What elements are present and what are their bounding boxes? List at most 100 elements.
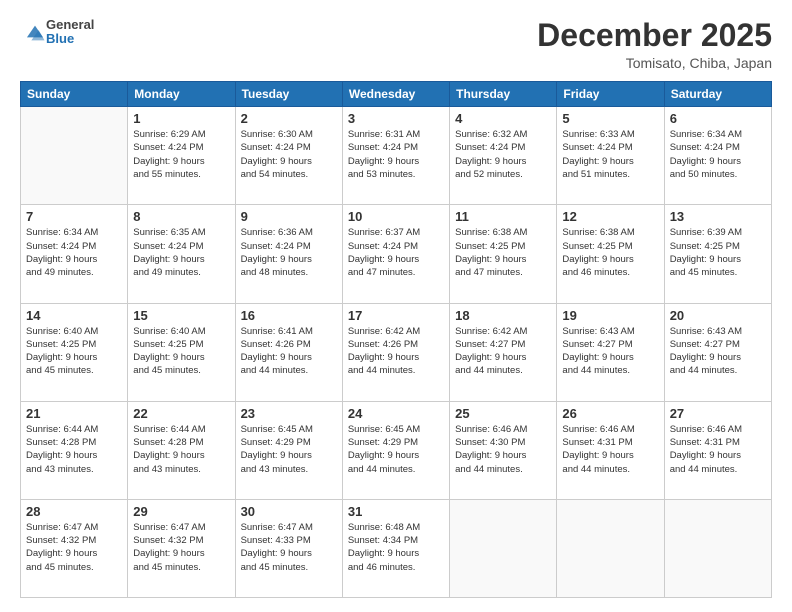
week-row-0: 1 Sunrise: 6:29 AMSunset: 4:24 PMDaylight… bbox=[21, 107, 772, 205]
logo-blue-text: Blue bbox=[46, 32, 94, 46]
day-number: 20 bbox=[670, 308, 766, 323]
day-number: 28 bbox=[26, 504, 122, 519]
day-info: Sunrise: 6:38 AMSunset: 4:25 PMDaylight:… bbox=[562, 226, 658, 279]
day-number: 14 bbox=[26, 308, 122, 323]
logo-general-text: General bbox=[46, 18, 94, 32]
day-info: Sunrise: 6:33 AMSunset: 4:24 PMDaylight:… bbox=[562, 128, 658, 181]
day-info: Sunrise: 6:41 AMSunset: 4:26 PMDaylight:… bbox=[241, 325, 337, 378]
day-info: Sunrise: 6:34 AMSunset: 4:24 PMDaylight:… bbox=[670, 128, 766, 181]
calendar-cell: 4 Sunrise: 6:32 AMSunset: 4:24 PMDaylight… bbox=[450, 107, 557, 205]
day-number: 30 bbox=[241, 504, 337, 519]
day-number: 27 bbox=[670, 406, 766, 421]
day-number: 22 bbox=[133, 406, 229, 421]
weekday-header-friday: Friday bbox=[557, 82, 664, 107]
day-number: 16 bbox=[241, 308, 337, 323]
week-row-2: 14 Sunrise: 6:40 AMSunset: 4:25 PMDayligh… bbox=[21, 303, 772, 401]
day-number: 6 bbox=[670, 111, 766, 126]
day-number: 23 bbox=[241, 406, 337, 421]
calendar-cell: 17Sunrise: 6:42 AMSunset: 4:26 PMDayligh… bbox=[342, 303, 449, 401]
day-info: Sunrise: 6:39 AMSunset: 4:25 PMDaylight:… bbox=[670, 226, 766, 279]
calendar-cell: 24Sunrise: 6:45 AMSunset: 4:29 PMDayligh… bbox=[342, 401, 449, 499]
day-info: Sunrise: 6:43 AMSunset: 4:27 PMDaylight:… bbox=[562, 325, 658, 378]
day-number: 15 bbox=[133, 308, 229, 323]
day-info: Sunrise: 6:36 AMSunset: 4:24 PMDaylight:… bbox=[241, 226, 337, 279]
day-info: Sunrise: 6:42 AMSunset: 4:27 PMDaylight:… bbox=[455, 325, 551, 378]
day-number: 9 bbox=[241, 209, 337, 224]
weekday-header-row: SundayMondayTuesdayWednesdayThursdayFrid… bbox=[21, 82, 772, 107]
day-info: Sunrise: 6:44 AMSunset: 4:28 PMDaylight:… bbox=[26, 423, 122, 476]
day-info: Sunrise: 6:29 AMSunset: 4:24 PMDaylight:… bbox=[133, 128, 229, 181]
calendar-cell: 23 Sunrise: 6:45 AMSunset: 4:29 PMDayligh… bbox=[235, 401, 342, 499]
header: General Blue December 2025 Tomisato, Chi… bbox=[20, 18, 772, 71]
day-info: Sunrise: 6:32 AMSunset: 4:24 PMDaylight:… bbox=[455, 128, 551, 181]
calendar-cell bbox=[21, 107, 128, 205]
calendar-cell bbox=[664, 499, 771, 597]
day-number: 3 bbox=[348, 111, 444, 126]
day-number: 29 bbox=[133, 504, 229, 519]
calendar-cell: 31 Sunrise: 6:48 AMSunset: 4:34 PMDayligh… bbox=[342, 499, 449, 597]
day-info: Sunrise: 6:45 AMSunset: 4:29 PMDaylight:… bbox=[241, 423, 337, 476]
day-info: Sunrise: 6:47 AMSunset: 4:32 PMDaylight:… bbox=[26, 521, 122, 574]
day-number: 7 bbox=[26, 209, 122, 224]
calendar-cell: 13Sunrise: 6:39 AMSunset: 4:25 PMDayligh… bbox=[664, 205, 771, 303]
calendar-cell: 8Sunrise: 6:35 AMSunset: 4:24 PMDaylight… bbox=[128, 205, 235, 303]
day-number: 4 bbox=[455, 111, 551, 126]
calendar-cell: 22 Sunrise: 6:44 AMSunset: 4:28 PMDayligh… bbox=[128, 401, 235, 499]
calendar-cell: 14 Sunrise: 6:40 AMSunset: 4:25 PMDayligh… bbox=[21, 303, 128, 401]
calendar-cell: 19 Sunrise: 6:43 AMSunset: 4:27 PMDayligh… bbox=[557, 303, 664, 401]
weekday-header-sunday: Sunday bbox=[21, 82, 128, 107]
calendar-cell: 5 Sunrise: 6:33 AMSunset: 4:24 PMDaylight… bbox=[557, 107, 664, 205]
calendar-cell: 16 Sunrise: 6:41 AMSunset: 4:26 PMDayligh… bbox=[235, 303, 342, 401]
logo: General Blue bbox=[20, 18, 94, 47]
calendar-cell: 26Sunrise: 6:46 AMSunset: 4:31 PMDayligh… bbox=[557, 401, 664, 499]
day-number: 1 bbox=[133, 111, 229, 126]
calendar-cell: 15Sunrise: 6:40 AMSunset: 4:25 PMDayligh… bbox=[128, 303, 235, 401]
day-number: 24 bbox=[348, 406, 444, 421]
day-info: Sunrise: 6:46 AMSunset: 4:31 PMDaylight:… bbox=[670, 423, 766, 476]
week-row-4: 28 Sunrise: 6:47 AMSunset: 4:32 PMDayligh… bbox=[21, 499, 772, 597]
day-number: 25 bbox=[455, 406, 551, 421]
day-info: Sunrise: 6:46 AMSunset: 4:31 PMDaylight:… bbox=[562, 423, 658, 476]
day-number: 12 bbox=[562, 209, 658, 224]
calendar-cell: 3 Sunrise: 6:31 AMSunset: 4:24 PMDaylight… bbox=[342, 107, 449, 205]
weekday-header-wednesday: Wednesday bbox=[342, 82, 449, 107]
calendar-cell: 11Sunrise: 6:38 AMSunset: 4:25 PMDayligh… bbox=[450, 205, 557, 303]
title-block: December 2025 Tomisato, Chiba, Japan bbox=[537, 18, 772, 71]
month-title: December 2025 bbox=[537, 18, 772, 53]
calendar-cell bbox=[450, 499, 557, 597]
logo-icon bbox=[24, 22, 46, 44]
day-number: 11 bbox=[455, 209, 551, 224]
calendar-cell bbox=[557, 499, 664, 597]
day-info: Sunrise: 6:30 AMSunset: 4:24 PMDaylight:… bbox=[241, 128, 337, 181]
calendar-cell: 1 Sunrise: 6:29 AMSunset: 4:24 PMDaylight… bbox=[128, 107, 235, 205]
day-info: Sunrise: 6:31 AMSunset: 4:24 PMDaylight:… bbox=[348, 128, 444, 181]
weekday-header-monday: Monday bbox=[128, 82, 235, 107]
calendar-cell: 2Sunrise: 6:30 AMSunset: 4:24 PMDaylight… bbox=[235, 107, 342, 205]
page: General Blue December 2025 Tomisato, Chi… bbox=[0, 0, 792, 612]
day-info: Sunrise: 6:48 AMSunset: 4:34 PMDaylight:… bbox=[348, 521, 444, 574]
calendar-cell: 12 Sunrise: 6:38 AMSunset: 4:25 PMDayligh… bbox=[557, 205, 664, 303]
calendar-cell: 27 Sunrise: 6:46 AMSunset: 4:31 PMDayligh… bbox=[664, 401, 771, 499]
day-number: 17 bbox=[348, 308, 444, 323]
calendar: SundayMondayTuesdayWednesdayThursdayFrid… bbox=[20, 81, 772, 598]
day-info: Sunrise: 6:37 AMSunset: 4:24 PMDaylight:… bbox=[348, 226, 444, 279]
weekday-header-tuesday: Tuesday bbox=[235, 82, 342, 107]
calendar-cell: 7 Sunrise: 6:34 AMSunset: 4:24 PMDaylight… bbox=[21, 205, 128, 303]
day-info: Sunrise: 6:44 AMSunset: 4:28 PMDaylight:… bbox=[133, 423, 229, 476]
day-info: Sunrise: 6:47 AMSunset: 4:33 PMDaylight:… bbox=[241, 521, 337, 574]
weekday-header-thursday: Thursday bbox=[450, 82, 557, 107]
weekday-header-saturday: Saturday bbox=[664, 82, 771, 107]
calendar-cell: 20Sunrise: 6:43 AMSunset: 4:27 PMDayligh… bbox=[664, 303, 771, 401]
logo-text: General Blue bbox=[46, 18, 94, 47]
calendar-cell: 10Sunrise: 6:37 AMSunset: 4:24 PMDayligh… bbox=[342, 205, 449, 303]
day-number: 18 bbox=[455, 308, 551, 323]
day-info: Sunrise: 6:34 AMSunset: 4:24 PMDaylight:… bbox=[26, 226, 122, 279]
day-info: Sunrise: 6:40 AMSunset: 4:25 PMDaylight:… bbox=[26, 325, 122, 378]
day-info: Sunrise: 6:35 AMSunset: 4:24 PMDaylight:… bbox=[133, 226, 229, 279]
calendar-cell: 28 Sunrise: 6:47 AMSunset: 4:32 PMDayligh… bbox=[21, 499, 128, 597]
day-number: 31 bbox=[348, 504, 444, 519]
day-number: 5 bbox=[562, 111, 658, 126]
calendar-cell: 18 Sunrise: 6:42 AMSunset: 4:27 PMDayligh… bbox=[450, 303, 557, 401]
day-number: 19 bbox=[562, 308, 658, 323]
calendar-cell: 21Sunrise: 6:44 AMSunset: 4:28 PMDayligh… bbox=[21, 401, 128, 499]
